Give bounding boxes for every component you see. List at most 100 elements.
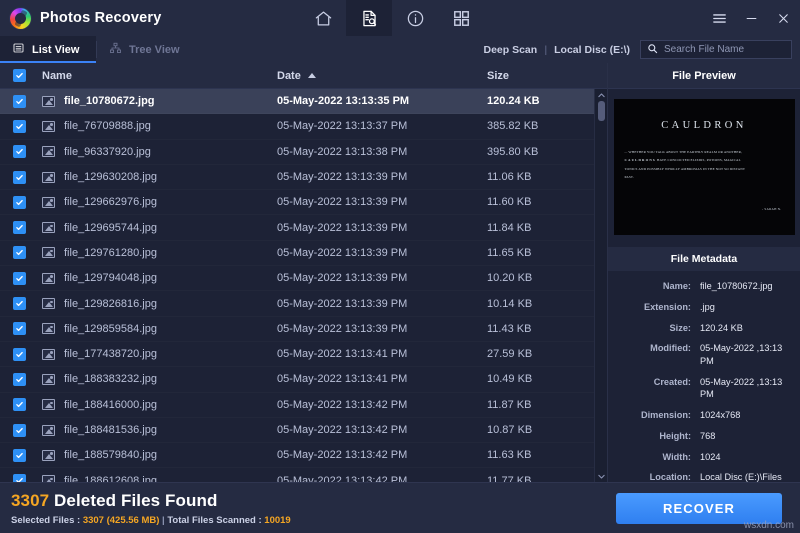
- document-search-icon[interactable]: [346, 0, 392, 36]
- row-checkbox-cell: [0, 94, 38, 108]
- select-all-checkbox[interactable]: [12, 69, 26, 82]
- table-row[interactable]: file_177438720.jpg 05-May-2022 13:13:41 P…: [0, 342, 607, 367]
- row-checkbox-cell: [0, 145, 38, 159]
- row-checkbox[interactable]: [12, 119, 26, 133]
- column-header-size[interactable]: Size: [487, 70, 607, 82]
- row-checkbox[interactable]: [12, 94, 26, 108]
- minimize-icon[interactable]: [742, 9, 760, 27]
- scanned-files-value: 10019: [264, 514, 291, 526]
- row-file-name: file_10780672.jpg: [64, 95, 155, 108]
- row-name-cell: file_177438720.jpg: [38, 348, 277, 360]
- scroll-up-icon[interactable]: [595, 89, 608, 101]
- metadata-key: Dimension:: [640, 409, 691, 420]
- row-checkbox[interactable]: [12, 271, 26, 285]
- metadata-value: 120.24 KB: [700, 322, 743, 333]
- table-row[interactable]: file_129662976.jpg 05-May-2022 13:13:39 P…: [0, 190, 607, 215]
- row-file-name: file_76709888.jpg: [64, 120, 151, 133]
- preview-body-line-3: HAVE CONCOCTED ELIXIRS, POTIONS, MAGICAL: [656, 158, 741, 163]
- row-size: 11.65 KB: [487, 246, 532, 259]
- row-checkbox[interactable]: [12, 195, 26, 209]
- table-row[interactable]: file_10780672.jpg 05-May-2022 13:13:35 PM…: [0, 89, 607, 115]
- row-checkbox[interactable]: [12, 448, 26, 462]
- scan-info: Deep Scan | Local Disc (E:\): [483, 44, 640, 56]
- row-checkbox-cell: [0, 474, 38, 482]
- row-checkbox[interactable]: [12, 322, 26, 336]
- row-name-cell: file_129794048.jpg: [38, 272, 277, 284]
- scrollbar-thumb[interactable]: [597, 101, 605, 121]
- row-name-cell: file_188612608.jpg: [38, 475, 277, 482]
- search-input[interactable]: [664, 44, 796, 55]
- image-file-icon: [42, 171, 55, 183]
- table-row[interactable]: file_188579840.jpg 05-May-2022 13:13:42 P…: [0, 443, 607, 468]
- row-size: 11.60 KB: [487, 196, 532, 209]
- preview-body-line-4: TONICS AND POSSIBLY WHOLLY AMBROSIAS IN …: [624, 166, 746, 171]
- row-checkbox[interactable]: [12, 474, 26, 482]
- table-row[interactable]: file_129826816.jpg 05-May-2022 13:13:39 P…: [0, 291, 607, 316]
- row-checkbox[interactable]: [12, 423, 26, 437]
- table-row[interactable]: file_129794048.jpg 05-May-2022 13:13:39 P…: [0, 266, 607, 291]
- table-row[interactable]: file_188612608.jpg 05-May-2022 13:13:42 P…: [0, 468, 607, 482]
- aperture-logo-icon: [10, 7, 31, 29]
- row-checkbox[interactable]: [12, 246, 26, 260]
- row-size: 10.20 KB: [487, 272, 533, 285]
- metadata-value: file_10780672.jpg: [700, 281, 773, 291]
- row-date: 05-May-2022 13:13:39 PM: [277, 272, 408, 285]
- file-metadata-list: Name: file_10780672.jpg Extension: .jpg Size…: [608, 271, 800, 505]
- table-row[interactable]: file_129630208.jpg 05-May-2022 13:13:39 P…: [0, 165, 607, 190]
- image-file-icon: [42, 298, 55, 310]
- vertical-scrollbar[interactable]: [594, 89, 607, 482]
- metadata-value: 1024x768: [700, 409, 741, 420]
- tab-list-view-label: List View: [32, 43, 80, 56]
- selection-stats: Selected Files : 3307 (425.56 MB) | Tota…: [11, 515, 291, 526]
- column-header-date[interactable]: Date: [277, 70, 487, 82]
- table-row[interactable]: file_129761280.jpg 05-May-2022 13:13:39 P…: [0, 241, 607, 266]
- scroll-down-icon[interactable]: [595, 470, 608, 482]
- table-row[interactable]: file_188416000.jpg 05-May-2022 13:13:42 P…: [0, 393, 607, 418]
- table-row[interactable]: file_188481536.jpg 05-May-2022 13:13:42 P…: [0, 418, 607, 443]
- scrollbar-track[interactable]: [595, 101, 608, 470]
- row-checkbox-cell: [0, 221, 38, 235]
- table-row[interactable]: file_76709888.jpg 05-May-2022 13:13:37 PM…: [0, 114, 607, 139]
- table-row[interactable]: file_129859584.jpg 05-May-2022 13:13:39 P…: [0, 317, 607, 342]
- row-date: 05-May-2022 13:13:41 PM: [277, 373, 408, 386]
- row-checkbox[interactable]: [12, 347, 26, 361]
- image-file-icon: [42, 373, 55, 385]
- row-checkbox[interactable]: [12, 221, 26, 235]
- row-checkbox[interactable]: [12, 297, 26, 311]
- home-icon[interactable]: [300, 0, 346, 36]
- row-date: 05-May-2022 13:13:35 PM: [277, 95, 410, 108]
- row-name-cell: file_129695744.jpg: [38, 222, 277, 234]
- row-name-cell: file_188481536.jpg: [38, 424, 277, 436]
- list-view-icon: [12, 42, 25, 57]
- row-size: 27.59 KB: [487, 348, 533, 361]
- row-name-cell: file_76709888.jpg: [38, 120, 277, 132]
- row-name-cell: file_129630208.jpg: [38, 171, 277, 183]
- hamburger-menu-icon[interactable]: [710, 9, 728, 27]
- close-icon[interactable]: [774, 9, 792, 27]
- row-size: 11.43 KB: [487, 322, 532, 335]
- preview-body-line-1: ... WHETHER YOU TALK ABOUT THE EARTHLY R…: [624, 150, 743, 154]
- row-checkbox[interactable]: [12, 372, 26, 386]
- preview-image[interactable]: CAULDRON ... WHETHER YOU TALK ABOUT THE …: [613, 99, 795, 235]
- tab-tree-view[interactable]: Tree View: [97, 36, 196, 63]
- row-checkbox[interactable]: [12, 170, 26, 184]
- row-name-cell: file_129859584.jpg: [38, 323, 277, 335]
- grid-icon[interactable]: [438, 0, 484, 36]
- table-row[interactable]: file_96337920.jpg 05-May-2022 13:13:38 PM…: [0, 140, 607, 165]
- table-row[interactable]: file_188383232.jpg 05-May-2022 13:13:41 P…: [0, 367, 607, 392]
- metadata-key: Height:: [659, 430, 691, 441]
- row-checkbox[interactable]: [12, 145, 26, 159]
- info-icon[interactable]: [392, 0, 438, 36]
- row-file-name: file_188481536.jpg: [64, 424, 157, 436]
- tab-tree-view-label: Tree View: [129, 43, 180, 56]
- row-checkbox[interactable]: [12, 398, 26, 412]
- tab-list-view[interactable]: List View: [0, 36, 96, 63]
- column-header-name[interactable]: Name: [38, 70, 277, 82]
- nav-icon-group: [300, 0, 484, 36]
- search-box[interactable]: [640, 40, 796, 59]
- row-size: 10.87 KB: [487, 424, 533, 436]
- row-checkbox-cell: [0, 119, 38, 133]
- app-title: Photos Recovery: [40, 10, 162, 26]
- table-row[interactable]: file_129695744.jpg 05-May-2022 13:13:39 P…: [0, 215, 607, 240]
- row-name-cell: file_96337920.jpg: [38, 146, 277, 158]
